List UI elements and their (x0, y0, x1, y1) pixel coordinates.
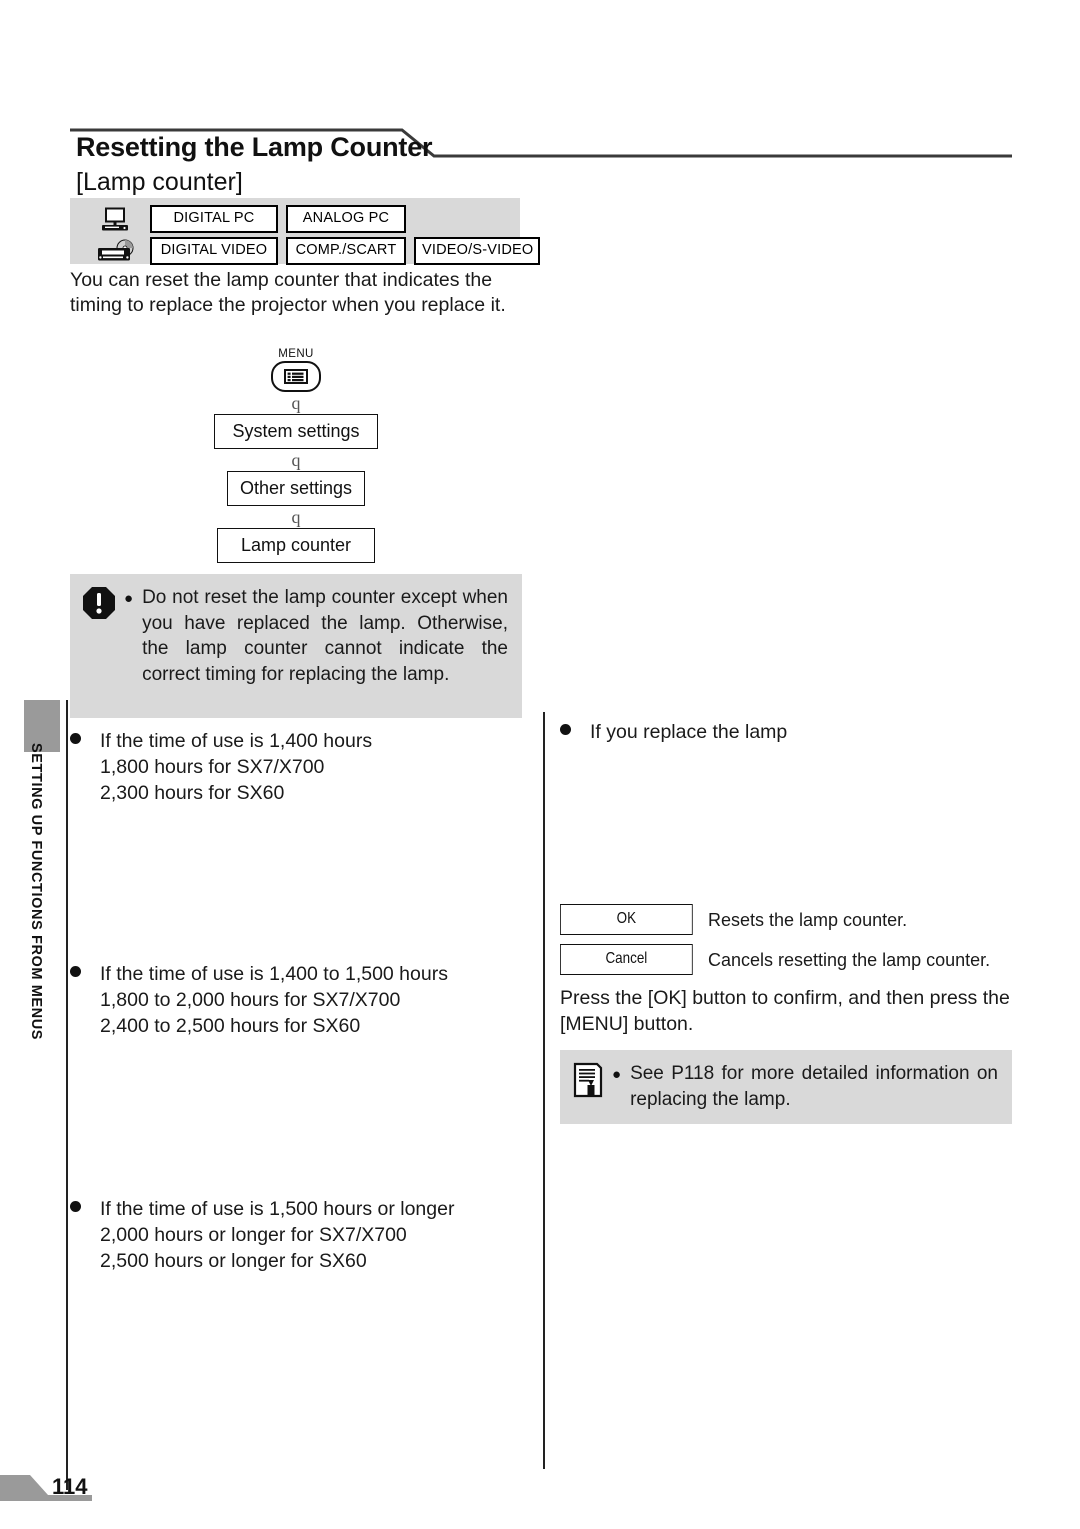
menu-button[interactable] (271, 361, 321, 392)
page-title: Resetting the Lamp Counter (76, 132, 433, 162)
note-box: ● See P118 for more detailed information… (560, 1050, 1012, 1124)
note-text: See P118 for more detailed information o… (630, 1063, 998, 1110)
badge-video-s-video: VIDEO/S-VIDEO (414, 237, 540, 265)
page-subtitle: [Lamp counter] (76, 168, 243, 196)
list-bullet (70, 1201, 81, 1212)
osd-row-ok: OK Resets the lamp counter. (560, 904, 907, 935)
badge-analog-pc: ANALOG PC (286, 205, 406, 233)
replace-lamp-block: If you replace the lamp (560, 719, 1020, 745)
list-bullet (70, 966, 81, 977)
side-tab-label: SETTING UP FUNCTIONS FROM MENUS (28, 743, 44, 1041)
flow-arrow-3: q (291, 507, 301, 527)
case-2-line-1: 1,800 to 2,000 hours for SX7/X700 (100, 989, 401, 1011)
caution-box: ● Do not reset the lamp counter except w… (70, 574, 522, 718)
caution-bullet: ● (124, 590, 134, 607)
list-bullet (70, 733, 81, 744)
case-3-line-2: 2,500 hours or longer for SX60 (100, 1250, 367, 1272)
column-divider (543, 712, 545, 1469)
cancel-button[interactable]: Cancel (560, 944, 693, 975)
flow-step-system-settings[interactable]: System settings (214, 414, 378, 449)
flow-step-lamp-counter[interactable]: Lamp counter (217, 528, 375, 563)
computer-icon (102, 207, 128, 231)
memo-pencil-icon (573, 1062, 603, 1098)
flow-arrow-1: q (291, 393, 301, 413)
badge-comp-scart: COMP./SCART (286, 237, 406, 265)
badge-digital-pc: DIGITAL PC (150, 205, 278, 233)
menu-list-icon (284, 369, 308, 384)
case-block-3: If the time of use is 1,500 hours or lon… (70, 1196, 530, 1274)
page-number: 114 (52, 1474, 88, 1499)
menu-button-label: MENU (278, 348, 314, 360)
note-bullet: ● (612, 1066, 622, 1083)
signal-row-computer: DIGITAL PC ANALOG PC (94, 205, 406, 233)
case-2-heading: If the time of use is 1,400 to 1,500 hou… (100, 963, 448, 985)
caution-text: Do not reset the lamp counter except whe… (142, 587, 508, 685)
case-3-line-1: 2,000 hours or longer for SX7/X700 (100, 1224, 407, 1246)
intro-paragraph: You can reset the lamp counter that indi… (70, 269, 506, 316)
list-bullet (560, 724, 571, 735)
cancel-button-description: Cancels resetting the lamp counter. (708, 949, 991, 970)
side-rule (66, 700, 68, 1490)
confirm-instruction: Press the [OK] button to confirm, and th… (560, 987, 1010, 1035)
ok-button[interactable]: OK (560, 904, 693, 935)
signal-type-band: DIGITAL PC ANALOG PC DIGITAL VIDEO COMP.… (70, 198, 540, 265)
case-1-line-2: 2,300 hours for SX60 (100, 782, 285, 804)
operation-flow-diagram: MENU q System settings q Other settings … (70, 348, 522, 563)
case-block-1: If the time of use is 1,400 hours 1,800 … (70, 728, 530, 806)
osd-row-cancel: Cancel Cancels resetting the lamp counte… (560, 944, 990, 975)
case-2-line-2: 2,400 to 2,500 hours for SX60 (100, 1015, 361, 1037)
case-3-heading: If the time of use is 1,500 hours or lon… (100, 1198, 455, 1220)
video-player-icon (98, 239, 134, 261)
flow-step-other-settings[interactable]: Other settings (227, 471, 365, 506)
flow-arrow-2: q (291, 450, 301, 470)
case-1-line-1: 1,800 hours for SX7/X700 (100, 756, 325, 778)
warning-octagon-icon (83, 587, 115, 619)
ok-button-description: Resets the lamp counter. (708, 909, 908, 930)
replace-lamp-heading: If you replace the lamp (590, 721, 788, 743)
case-1-heading: If the time of use is 1,400 hours (100, 730, 373, 752)
manual-page: Resetting the Lamp Counter [Lamp counter… (0, 0, 1080, 1529)
case-block-2: If the time of use is 1,400 to 1,500 hou… (70, 961, 530, 1039)
badge-digital-video: DIGITAL VIDEO (150, 237, 278, 265)
signal-row-video: DIGITAL VIDEO COMP./SCART VIDEO/S-VIDEO (94, 237, 540, 265)
